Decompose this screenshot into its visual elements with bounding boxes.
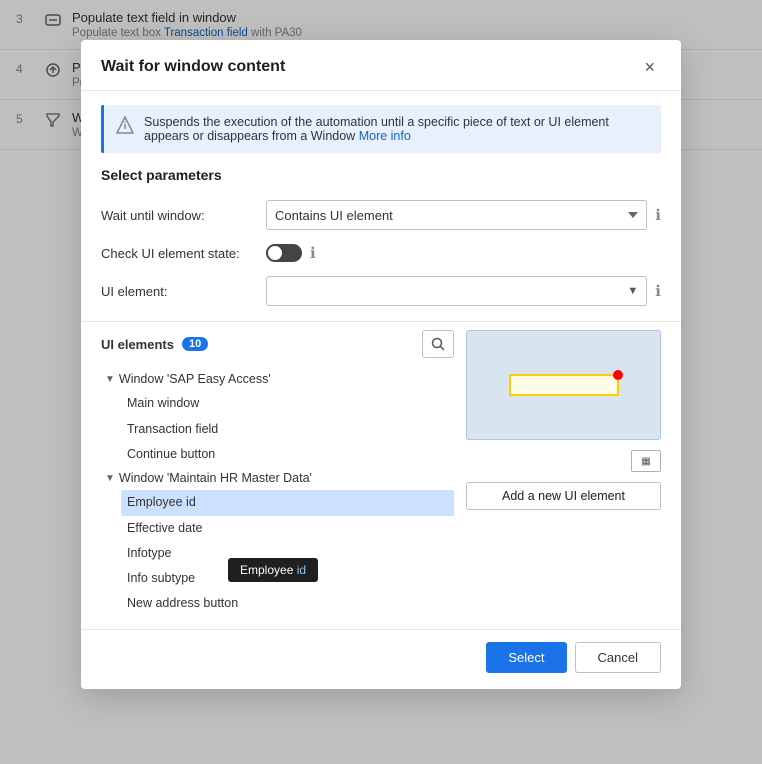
info-banner-icon [116, 116, 134, 137]
tree-group-sap-easy-access: ▼ Window 'SAP Easy Access' Main window T… [101, 368, 454, 467]
tree-item-transaction-field[interactable]: Transaction field [121, 417, 454, 442]
check-state-control: ℹ [266, 244, 661, 262]
wait-until-dropdown[interactable]: Contains UI element Does not contain UI … [266, 200, 647, 230]
tree-item-effective-date[interactable]: Effective date [121, 516, 454, 541]
ui-element-row: UI element: ▼ ℹ [81, 269, 681, 313]
employee-id-tooltip: Employee id [228, 558, 318, 582]
tree-group-label-sap-easy-access: Window 'SAP Easy Access' [119, 369, 271, 390]
preview-btn-row: ▦ [466, 450, 661, 472]
tree-group-maintain-hr: ▼ Window 'Maintain HR Master Data' Emplo… [101, 467, 454, 617]
bottom-panel: UI elements 10 ▼ Window 'SAP Easy Access… [81, 330, 681, 629]
info-banner: Suspends the execution of the automation… [101, 105, 661, 153]
preview-field [509, 374, 619, 396]
toggle-slider [266, 244, 302, 262]
section-divider [81, 321, 681, 322]
ui-elements-header: UI elements 10 [101, 330, 454, 358]
ui-element-info-icon: ℹ [655, 282, 661, 300]
chevron-down-icon: ▼ [105, 371, 115, 388]
modal-footer: Select Cancel [81, 629, 681, 689]
tree-item-main-window[interactable]: Main window [121, 391, 454, 416]
search-button[interactable] [422, 330, 454, 358]
ui-element-chevron-icon: ▼ [627, 285, 638, 297]
ui-element-label: UI element: [101, 284, 256, 299]
tree-parent-sap-easy-access[interactable]: ▼ Window 'SAP Easy Access' [101, 368, 454, 391]
add-ui-element-button[interactable]: Add a new UI element [466, 482, 661, 510]
preview-box [466, 330, 661, 440]
tree-parent-maintain-hr[interactable]: ▼ Window 'Maintain HR Master Data' [101, 467, 454, 490]
ui-elements-title: UI elements [101, 337, 174, 352]
tree-item-employee-id[interactable]: Employee id [121, 490, 454, 515]
modal-title: Wait for window content [101, 58, 285, 76]
tree-children-maintain-hr: Employee id Effective date Infotype Info… [101, 490, 454, 616]
chevron-down-icon-2: ▼ [105, 470, 115, 487]
tree-item-new-address-button[interactable]: New address button [121, 591, 454, 616]
wait-for-window-modal: Wait for window content × Suspends the e… [81, 40, 681, 689]
tooltip-highlight: id [297, 563, 306, 577]
close-button[interactable]: × [638, 56, 661, 78]
ui-element-control: ▼ ℹ [266, 276, 661, 306]
wait-until-control: Contains UI element Does not contain UI … [266, 200, 661, 230]
modal-overlay: Wait for window content × Suspends the e… [0, 0, 762, 764]
tree-item-continue-button[interactable]: Continue button [121, 442, 454, 467]
tree-children-sap-easy-access: Main window Transaction field Continue b… [101, 391, 454, 467]
select-button[interactable]: Select [486, 642, 566, 673]
info-banner-text: Suspends the execution of the automation… [144, 115, 649, 143]
preview-field-corner [613, 370, 623, 380]
preview-panel: ▦ Add a new UI element [466, 330, 661, 617]
check-state-info-icon: ℹ [310, 244, 316, 262]
ui-elements-badge: 10 [182, 337, 208, 351]
check-state-row: Check UI element state: ℹ [81, 237, 681, 269]
ui-element-input[interactable]: ▼ [266, 276, 647, 306]
wait-until-info-icon: ℹ [655, 206, 661, 224]
preview-mini-button[interactable]: ▦ [631, 450, 661, 472]
tree-group-label-maintain-hr: Window 'Maintain HR Master Data' [119, 468, 312, 489]
more-info-link[interactable]: More info [359, 129, 411, 143]
search-icon [431, 337, 445, 351]
wait-until-label: Wait until window: [101, 208, 256, 223]
check-state-label: Check UI element state: [101, 246, 256, 261]
section-title: Select parameters [81, 167, 681, 193]
check-state-toggle[interactable] [266, 244, 302, 262]
modal-header: Wait for window content × [81, 40, 681, 91]
wait-until-row: Wait until window: Contains UI element D… [81, 193, 681, 237]
cancel-button[interactable]: Cancel [575, 642, 661, 673]
